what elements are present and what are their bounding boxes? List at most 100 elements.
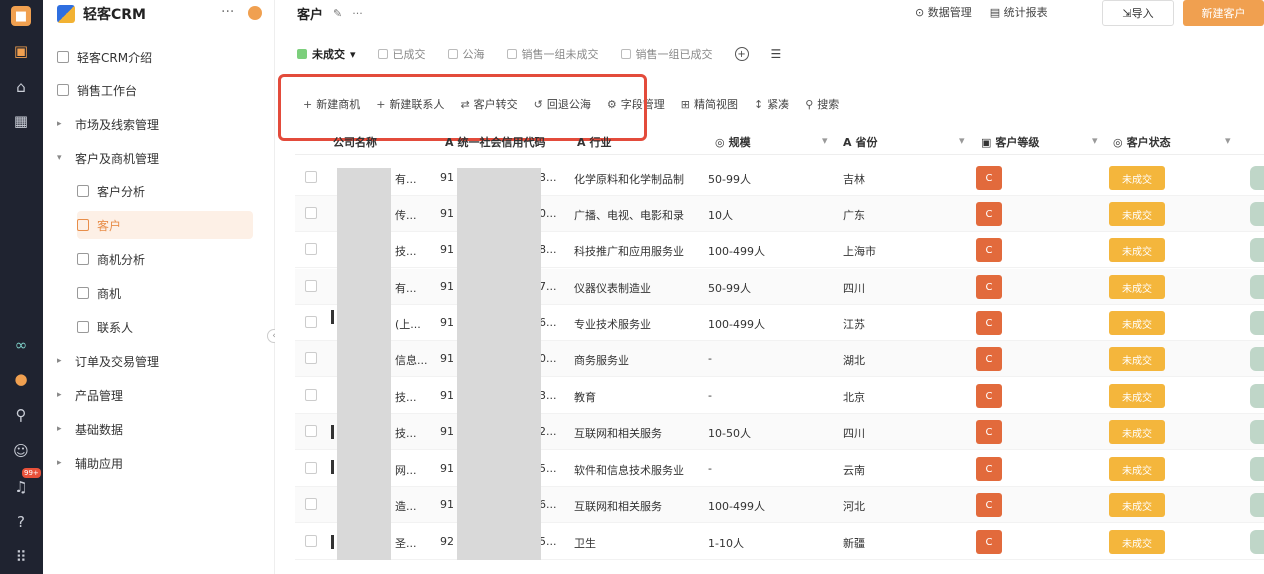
add-icon[interactable] [248, 6, 262, 20]
sort-icon[interactable]: ▾ [1225, 134, 1231, 147]
sidebar-item-base-data[interactable]: ▸ 基础数据 [57, 415, 253, 443]
cell-credit-suffix: 7... [539, 280, 557, 293]
cell-credit-prefix: 91 [440, 171, 454, 184]
grid-icon[interactable]: ▦ [10, 110, 32, 132]
row-checkbox[interactable] [305, 389, 317, 401]
cell-name: 技... [395, 391, 417, 404]
apps-icon[interactable]: ⠿ [10, 546, 32, 568]
sidebar-item-opportunity-analysis[interactable]: 商机分析 [77, 245, 253, 273]
select-icon: ◎ [715, 135, 725, 149]
sort-icon[interactable]: ▾ [1092, 134, 1098, 147]
brand[interactable]: 轻客CRM [57, 4, 146, 24]
status-badge: 未成交 [1109, 493, 1165, 517]
column-header-scale[interactable]: ◎ 规模 [715, 134, 751, 150]
table-row[interactable]: (上... 91 6... 专业技术服务业 100-499人 江苏 C 未成交 [295, 305, 1264, 341]
status-badge: 未成交 [1109, 275, 1165, 299]
column-header-name[interactable]: 公司名称 [333, 134, 377, 150]
cell-credit-suffix: 3... [539, 389, 557, 402]
density-icon: ↕ [753, 97, 764, 111]
compact-view-button[interactable]: ⊞ 精简视图 [681, 96, 738, 112]
wave-icon[interactable]: ∞ [10, 334, 32, 356]
column-header-level[interactable]: ▣ 客户等级 [981, 134, 1039, 150]
row-marker [331, 460, 334, 474]
level-badge: C [976, 275, 1002, 299]
import-button[interactable]: ⇲ 导入 [1102, 0, 1174, 26]
report-link[interactable]: ▤ 统计报表 [990, 4, 1048, 20]
add-view-icon[interactable]: + [734, 47, 749, 61]
status-badge: 未成交 [1109, 384, 1165, 408]
workspace-icon[interactable]: ▣ [10, 40, 32, 62]
sidebar-item-orders[interactable]: ▸ 订单及交易管理 [57, 347, 253, 375]
bell-icon[interactable]: ♫ [10, 476, 32, 498]
row-checkbox[interactable] [305, 207, 317, 219]
cell-name: 有... [395, 282, 417, 295]
sort-icon[interactable]: ▾ [959, 134, 965, 147]
column-header-province[interactable]: A 省份 [843, 134, 878, 150]
tab-unclosed[interactable]: 未成交 ▾ [297, 46, 356, 62]
row-checkbox[interactable] [305, 535, 317, 547]
table-row[interactable]: 圣... 92 5... 卫生 1-10人 新疆 C 未成交 [295, 524, 1264, 560]
table-icon [506, 49, 517, 59]
sidebar-item-contacts[interactable]: 联系人 [77, 313, 253, 341]
data-management-link[interactable]: ⊙ 数据管理 [915, 4, 972, 20]
row-checkbox[interactable] [305, 352, 317, 364]
row-checkbox[interactable] [305, 316, 317, 328]
cell-credit-suffix: 3... [539, 171, 557, 184]
table-row[interactable]: 信息... 91 0... 商务服务业 - 湖北 C 未成交 [295, 341, 1264, 377]
users-icon[interactable]: ☺ [10, 440, 32, 462]
table-row[interactable]: 技... 91 8... 科技推广和应用服务业 100-499人 上海市 C 未… [295, 232, 1264, 268]
sidebar-item-customers[interactable]: 客户 [77, 211, 253, 239]
sidebar-item-customer-analysis[interactable]: 客户分析 [77, 177, 253, 205]
search-button[interactable]: ⚲ 搜索 [805, 96, 839, 112]
tab-label: 未成交 [312, 48, 345, 61]
table-row[interactable]: 技... 91 3... 教育 - 北京 C 未成交 [295, 378, 1264, 414]
chevron-right-icon: ▸ [57, 119, 62, 129]
tab-sales1-unclosed[interactable]: 销售一组未成交 [506, 46, 599, 62]
sidebar-item-intro[interactable]: 轻客CRM介绍 [57, 43, 253, 71]
table-row[interactable]: 有... 91 7... 仪器仪表制造业 50-99人 四川 C 未成交 [295, 269, 1264, 305]
new-customer-button[interactable]: 新建客户 [1183, 0, 1264, 26]
cell-scale: - [708, 389, 712, 402]
column-header-status[interactable]: ◎ 客户状态 [1113, 134, 1171, 150]
row-checkbox[interactable] [305, 280, 317, 292]
table-row[interactable]: 技... 91 2... 互联网和相关服务 10-50人 四川 C 未成交 [295, 414, 1264, 450]
sidebar-item-products[interactable]: ▸ 产品管理 [57, 381, 253, 409]
status-dot-icon[interactable]: ● [10, 368, 32, 390]
home-icon[interactable]: ⌂ [10, 76, 32, 98]
row-checkbox[interactable] [305, 498, 317, 510]
more-icon[interactable]: ··· [352, 7, 363, 20]
column-header-credit[interactable]: A 统一社会信用代码 [445, 134, 546, 150]
sort-icon[interactable]: ▾ [822, 134, 828, 147]
edit-icon[interactable]: ✎ [333, 7, 342, 20]
row-checkbox[interactable] [305, 171, 317, 183]
sidebar-item-label: 客户分析 [97, 184, 146, 199]
tab-public-pool[interactable]: 公海 [447, 46, 485, 62]
sidebar-item-opportunities[interactable]: 商机 [77, 279, 253, 307]
tab-label: 销售一组未成交 [521, 48, 599, 61]
app-logo-icon[interactable]: ■ [11, 6, 31, 26]
sidebar-item-label: 销售工作台 [77, 83, 138, 98]
row-checkbox[interactable] [305, 462, 317, 474]
tab-sales1-closed[interactable]: 销售一组已成交 [620, 46, 713, 62]
cell-credit-prefix: 91 [440, 243, 454, 256]
sidebar-item-label: 产品管理 [75, 388, 124, 403]
row-checkbox[interactable] [305, 243, 317, 255]
sidebar-item-customers-group[interactable]: ▾ 客户及商机管理 [57, 144, 253, 172]
more-icon[interactable]: ··· [221, 4, 234, 20]
table-row[interactable]: 传... 91 0... 广播、电视、电影和录 10人 广东 C 未成交 [295, 196, 1264, 232]
table-row[interactable]: 网... 91 5... 软件和信息技术服务业 - 云南 C 未成交 [295, 451, 1264, 487]
sidebar-item-marketing[interactable]: ▸ 市场及线索管理 [57, 110, 253, 138]
select-icon: ▣ [981, 135, 992, 149]
sidebar-item-workbench[interactable]: 销售工作台 [57, 76, 253, 104]
view-list-icon[interactable]: ☰ [771, 47, 782, 61]
row-checkbox[interactable] [305, 425, 317, 437]
help-icon[interactable]: ? [10, 511, 32, 533]
sidebar-item-utilities[interactable]: ▸ 辅助应用 [57, 449, 253, 477]
table-row[interactable]: 造... 91 6... 互联网和相关服务 100-499人 河北 C 未成交 [295, 487, 1264, 523]
tab-closed[interactable]: 已成交 [377, 46, 426, 62]
search-icon[interactable]: ⚲ [10, 404, 32, 426]
column-header-industry[interactable]: A 行业 [577, 134, 612, 150]
row-density-button[interactable]: ↕ 紧凑 [754, 96, 789, 112]
table-row[interactable]: 有... 91 3... 化学原料和化学制品制 50-99人 吉林 C 未成交 [295, 160, 1264, 196]
cell-credit-suffix: 2... [539, 425, 557, 438]
